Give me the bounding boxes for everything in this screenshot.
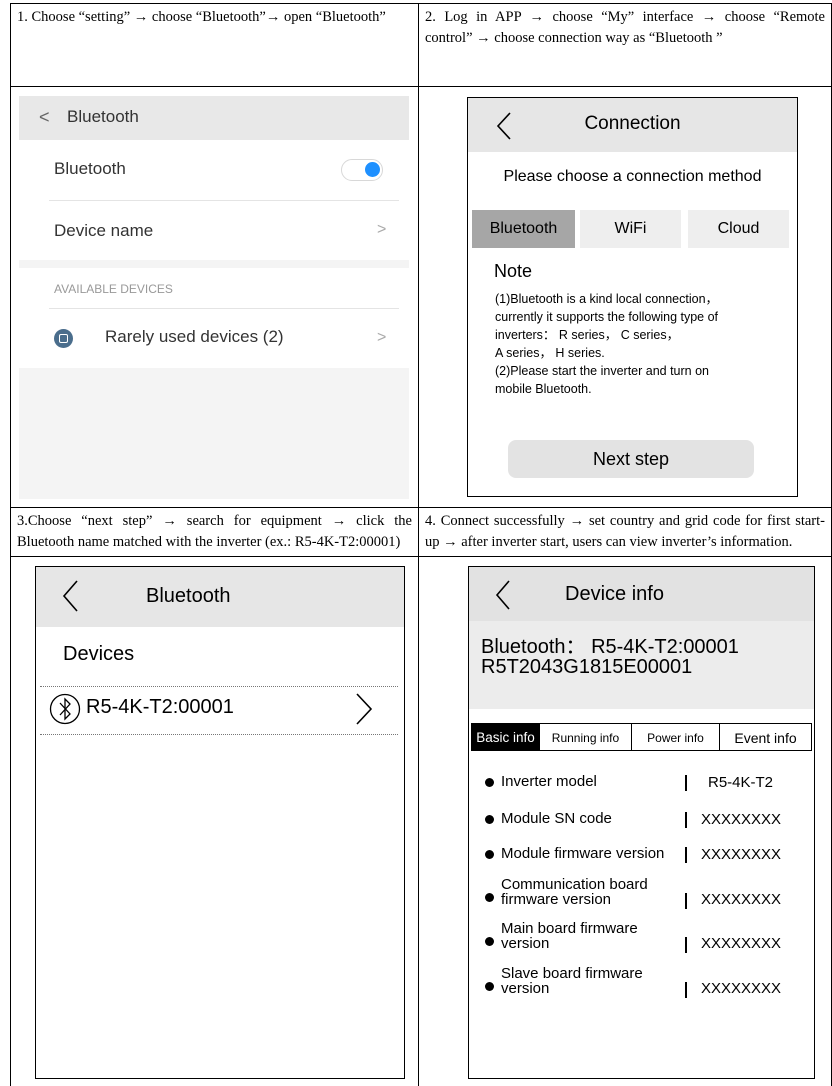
- note-title: Note: [494, 261, 533, 281]
- note-line: A series， H series.: [495, 346, 605, 360]
- rarely-used-devices-row[interactable]: Rarely used devices (2) >: [19, 308, 409, 368]
- info-value: XXXXXXXX: [701, 935, 782, 952]
- info-row-module-firmware: Module firmware version XXXXXXXX: [469, 839, 814, 869]
- info-value: R5-4K-T2: [708, 774, 774, 791]
- bluetooth-devices-screen: Bluetooth Devices R5-4K-T2:00001: [35, 566, 405, 1079]
- separator-bar: [685, 937, 687, 953]
- note-line: (1)Bluetooth is a kind local connection，: [495, 292, 719, 306]
- settings-header: < Bluetooth: [19, 96, 409, 140]
- bluetooth-id-line: Bluetooth： R5-4K-T2:00001: [481, 636, 739, 658]
- step1-text: 1. Choose “setting” → choose “Bluetooth”…: [17, 9, 386, 25]
- tab-power-info[interactable]: Power info: [631, 723, 720, 751]
- separator-bar: [685, 893, 687, 909]
- info-label: Module firmware version: [501, 845, 665, 862]
- bluetooth-toggle-row[interactable]: Bluetooth: [19, 140, 409, 200]
- available-devices-header: AVAILABLE DEVICES: [54, 282, 173, 296]
- connection-title: Connection: [584, 113, 681, 134]
- step2-text: 2. Log in APP → choose “My” interface → …: [425, 9, 825, 46]
- bluetooth-title: Bluetooth: [146, 585, 231, 607]
- bullet-icon: [485, 982, 494, 991]
- info-label: Communication board firmware version: [501, 876, 648, 908]
- separator-bar: [685, 847, 687, 863]
- bullet-icon: [485, 778, 494, 787]
- note-line: currently it supports the following type…: [495, 310, 719, 324]
- tab-cloud[interactable]: Cloud: [688, 210, 789, 248]
- info-label: Slave board firmware version: [501, 965, 643, 997]
- bluetooth-icon: [49, 693, 81, 725]
- info-row-slave-board: Slave board firmware version XXXXXXXX: [469, 962, 814, 1002]
- back-icon[interactable]: [60, 579, 80, 613]
- info-value: XXXXXXXX: [701, 846, 782, 863]
- bluetooth-toggle[interactable]: [341, 159, 383, 181]
- note-line: (2)Please start the inverter and turn on: [495, 364, 710, 378]
- bluetooth-header: Bluetooth: [36, 567, 404, 627]
- next-step-button[interactable]: Next step: [508, 440, 754, 478]
- step4-text: 4. Connect successfully → set country an…: [425, 513, 825, 550]
- connection-screen: Connection Please choose a connection me…: [467, 97, 798, 497]
- back-icon[interactable]: [493, 579, 513, 611]
- note-body: (1)Bluetooth is a kind local connection，…: [495, 290, 785, 398]
- row-divider: [49, 200, 399, 201]
- bluetooth-toggle-label: Bluetooth: [54, 159, 126, 178]
- device-info-title: Device info: [565, 583, 664, 605]
- chevron-right-icon: >: [377, 221, 387, 238]
- section-divider: [49, 308, 399, 309]
- devices-label: Devices: [63, 643, 135, 665]
- tab-bluetooth[interactable]: Bluetooth: [472, 210, 575, 248]
- toggle-knob: [365, 162, 380, 177]
- tab-wifi[interactable]: WiFi: [580, 210, 681, 248]
- step4-instruction-cell: 4. Connect successfully → set country an…: [418, 507, 832, 557]
- separator-bar: [685, 775, 687, 791]
- device-info-header: Device info Bluetooth： R5-4K-T2:00001 R5…: [469, 567, 814, 709]
- info-label: Inverter model: [501, 773, 597, 790]
- info-label: Main board firmware version: [501, 920, 638, 952]
- serial-number-line: R5T2043G1815E00001: [481, 656, 693, 678]
- bullet-icon: [485, 815, 494, 824]
- chevron-right-icon: >: [377, 329, 387, 346]
- settings-title: Bluetooth: [67, 107, 139, 126]
- step2-instruction-cell: 2. Log in APP → choose “My” interface → …: [418, 3, 832, 87]
- info-row-main-board: Main board firmware version XXXXXXXX: [469, 917, 814, 957]
- back-icon[interactable]: <: [39, 107, 50, 128]
- device-info-title-bar: Device info: [469, 567, 814, 621]
- info-label: Module SN code: [501, 810, 612, 827]
- available-devices-section: AVAILABLE DEVICES: [19, 268, 409, 312]
- chevron-right-icon: [356, 693, 373, 725]
- device-name-row[interactable]: Device name >: [19, 200, 409, 260]
- connection-header: Connection: [468, 98, 797, 152]
- step3-text: 3.Choose “next step” → search for equipm…: [17, 513, 412, 550]
- tab-running-info[interactable]: Running info: [539, 723, 632, 751]
- device-info-screen: Device info Bluetooth： R5-4K-T2:00001 R5…: [468, 566, 815, 1079]
- device-list-divider: [40, 734, 398, 735]
- step1-instruction-cell: 1. Choose “setting” → choose “Bluetooth”…: [10, 3, 419, 87]
- rarely-used-devices-label: Rarely used devices (2): [105, 327, 284, 346]
- step3-instruction-cell: 3.Choose “next step” → search for equipm…: [10, 507, 419, 557]
- device-name: R5-4K-T2:00001: [86, 696, 234, 718]
- bullet-icon: [485, 893, 494, 902]
- info-value: XXXXXXXX: [701, 980, 782, 997]
- tab-basic-info[interactable]: Basic info: [471, 723, 540, 751]
- settings-bluetooth-screen: < Bluetooth Bluetooth Device name > AVAI…: [19, 96, 409, 499]
- separator-bar: [685, 812, 687, 828]
- info-value: XXXXXXXX: [701, 891, 782, 908]
- tab-event-info[interactable]: Event info: [719, 723, 812, 751]
- bullet-icon: [485, 850, 494, 859]
- note-line: mobile Bluetooth.: [495, 382, 592, 396]
- info-value: XXXXXXXX: [701, 811, 782, 828]
- connection-prompt: Please choose a connection method: [503, 168, 762, 185]
- device-group-icon: [54, 329, 73, 348]
- info-row-inverter-model: Inverter model R5-4K-T2: [469, 767, 814, 797]
- info-row-module-sn: Module SN code XXXXXXXX: [469, 804, 814, 834]
- note-line: inverters： R series， C series，: [495, 328, 680, 342]
- info-row-communication-board: Communication board firmware version XXX…: [469, 873, 814, 913]
- device-name-label: Device name: [54, 221, 154, 240]
- bullet-icon: [485, 937, 494, 946]
- device-list-item[interactable]: R5-4K-T2:00001: [36, 687, 404, 732]
- separator-bar: [685, 982, 687, 998]
